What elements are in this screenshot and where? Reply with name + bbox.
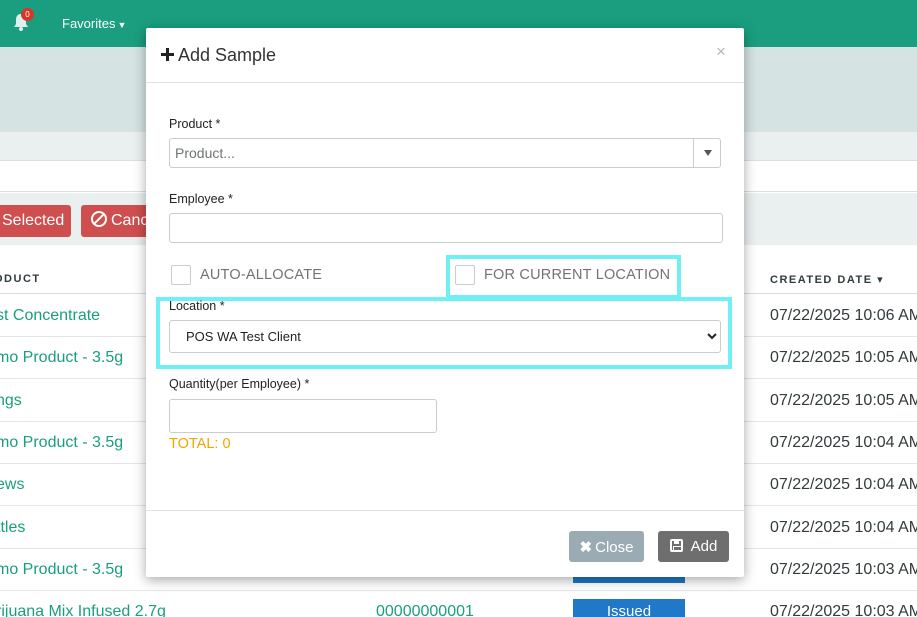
- auto-allocate-checkbox[interactable]: [171, 265, 191, 285]
- close-icon[interactable]: ×: [716, 42, 726, 62]
- product-select[interactable]: [169, 138, 721, 168]
- add-sample-modal: Add Sample × Product * Employee * AUTO-A…: [146, 28, 744, 577]
- for-current-location-checkbox[interactable]: [455, 265, 475, 285]
- add-button[interactable]: Add: [658, 531, 729, 562]
- employee-label: Employee *: [169, 192, 233, 206]
- close-button[interactable]: ✖ Close: [569, 531, 644, 562]
- total-text: TOTAL: 0: [169, 436, 231, 452]
- quantity-label: Quantity(per Employee) *: [169, 377, 310, 391]
- close-x-icon: ✖: [579, 538, 593, 556]
- close-button-label: Close: [595, 538, 634, 556]
- location-label: Location *: [169, 299, 225, 313]
- product-input[interactable]: [170, 139, 692, 167]
- product-dropdown-toggle[interactable]: [693, 139, 721, 167]
- location-select[interactable]: POS WA Test Client: [169, 320, 721, 353]
- modal-footer: ✖ Close Add: [146, 510, 744, 577]
- modal-header: Add Sample ×: [146, 28, 744, 83]
- product-label: Product *: [169, 117, 221, 131]
- plus-icon: [161, 48, 174, 61]
- modal-title: Add Sample: [178, 45, 277, 65]
- add-button-label: Add: [690, 538, 718, 555]
- for-current-location-label: FOR CURRENT LOCATION: [484, 267, 671, 283]
- save-icon: [669, 539, 683, 552]
- quantity-input[interactable]: [169, 399, 437, 433]
- chevron-down-icon: [704, 150, 712, 156]
- auto-allocate-label: AUTO-ALLOCATE: [200, 267, 323, 283]
- employee-input[interactable]: [169, 213, 723, 243]
